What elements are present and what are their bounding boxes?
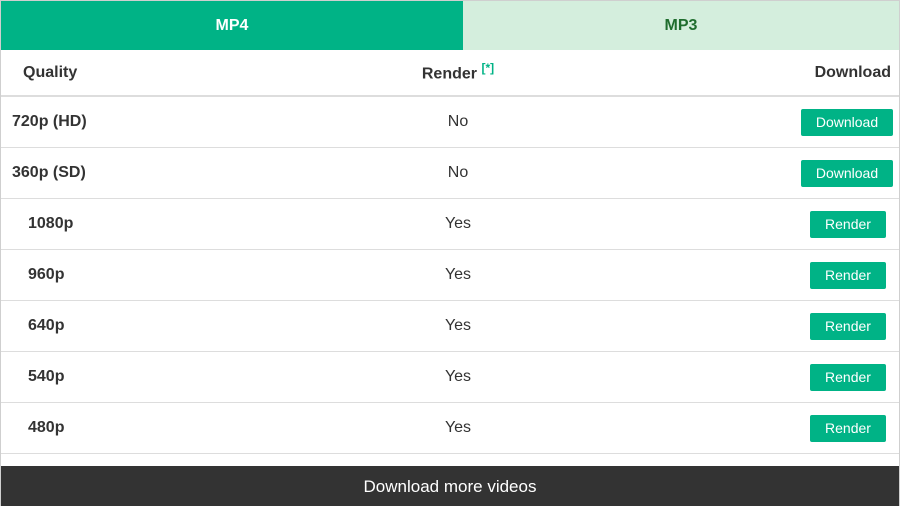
action-cell: Render — [693, 249, 899, 301]
tab-mp3[interactable]: MP3 — [463, 1, 899, 50]
action-cell: Render — [693, 402, 899, 454]
render-button[interactable]: Render — [810, 312, 886, 340]
quality-cell: 960p — [1, 249, 223, 301]
table-row: 1080p Yes Render — [1, 198, 899, 250]
action-cell: Render — [693, 351, 899, 403]
header-quality: Quality — [1, 50, 223, 97]
download-panel: MP4 MP3 Quality Render [*] Download 720p… — [0, 0, 900, 506]
format-tabs: MP4 MP3 — [1, 1, 899, 50]
download-button[interactable]: Download — [801, 159, 893, 187]
render-cell: Yes — [223, 351, 693, 403]
download-more-videos-button[interactable]: Download more videos — [1, 466, 899, 506]
download-button[interactable]: Download — [801, 108, 893, 136]
header-render-label: Render — [421, 65, 477, 83]
quality-cell: 540p — [1, 351, 223, 403]
header-download: Download — [693, 50, 899, 97]
header-render: Render [*] — [223, 50, 693, 97]
render-cell: Yes — [223, 198, 693, 250]
render-note-link[interactable]: [*] — [481, 61, 494, 75]
table-row: 540p Yes Render — [1, 351, 899, 403]
render-cell: Yes — [223, 300, 693, 352]
tab-mp4[interactable]: MP4 — [1, 1, 463, 50]
render-button[interactable]: Render — [810, 210, 886, 238]
quality-cell: 640p — [1, 300, 223, 352]
quality-cell: 720p (HD) — [1, 96, 223, 148]
table-row: 360p (SD) No Download — [1, 147, 899, 199]
render-cell: Yes — [223, 249, 693, 301]
render-cell: No — [223, 96, 693, 148]
action-cell: Download — [693, 96, 899, 148]
action-cell: Render — [693, 198, 899, 250]
quality-table: Quality Render [*] Download 720p (HD) No… — [1, 50, 899, 454]
table-row: 480p Yes Render — [1, 402, 899, 454]
quality-cell: 1080p — [1, 198, 223, 250]
render-button[interactable]: Render — [810, 414, 886, 442]
render-cell: Yes — [223, 402, 693, 454]
table-header-row: Quality Render [*] Download — [1, 50, 899, 97]
quality-cell: 360p (SD) — [1, 147, 223, 199]
table-row: 960p Yes Render — [1, 249, 899, 301]
table-row: 640p Yes Render — [1, 300, 899, 352]
render-button[interactable]: Render — [810, 363, 886, 391]
render-button[interactable]: Render — [810, 261, 886, 289]
quality-cell: 480p — [1, 402, 223, 454]
render-cell: No — [223, 147, 693, 199]
action-cell: Download — [693, 147, 899, 199]
table-row: 720p (HD) No Download — [1, 96, 899, 148]
action-cell: Render — [693, 300, 899, 352]
